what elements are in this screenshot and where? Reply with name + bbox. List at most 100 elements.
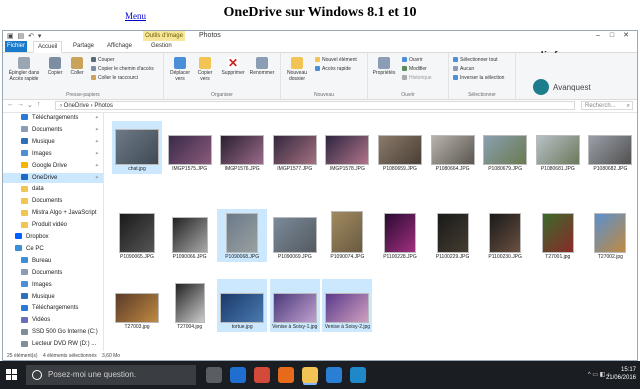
search-input[interactable]: Recherch... ⌕ <box>581 101 633 110</box>
nav-item[interactable]: Documents <box>3 268 103 278</box>
nav-item[interactable]: Documents ✦ <box>3 125 103 135</box>
nav-item[interactable]: Musique <box>3 292 103 302</box>
file-tile[interactable]: Venise à Soisy-1.jpg <box>269 279 320 332</box>
file-tile[interactable]: P1080659.JPG <box>375 121 425 174</box>
nav-item[interactable]: Lecteur DVD RW (D:) ... <box>3 339 103 349</box>
file-tile[interactable]: P1080664.JPG <box>428 121 478 174</box>
windows-start-icon[interactable] <box>6 369 18 381</box>
file-tile[interactable]: P1090069.JPG <box>270 209 320 262</box>
open-button[interactable]: Ouvrir <box>402 57 423 63</box>
nav-item[interactable]: Dropbox <box>3 232 103 242</box>
select-none-button[interactable]: Aucun <box>453 66 474 72</box>
select-all-button[interactable]: Sélectionner tout <box>453 57 498 63</box>
file-tile[interactable]: P1100229.JPG <box>428 209 478 262</box>
edge-icon[interactable] <box>230 367 246 383</box>
paste-button[interactable]: Coller <box>67 57 87 76</box>
photos-icon[interactable] <box>350 367 366 383</box>
cortana-search-box[interactable]: Posez-moi une question. <box>26 365 196 385</box>
nav-item[interactable]: Produit vidéo <box>3 220 103 230</box>
store-icon[interactable] <box>326 367 342 383</box>
easy-access-button[interactable]: Accès rapide <box>315 66 351 72</box>
nav-item[interactable]: Vidéos <box>3 315 103 325</box>
clock-time: 15:17 <box>620 367 636 373</box>
file-tile[interactable]: P1090068.JPG <box>217 209 268 262</box>
pin-button[interactable]: Épingler dans Accès rapide <box>7 57 41 82</box>
nav-item[interactable]: Musique ✦ <box>3 137 103 147</box>
modify-button[interactable]: Modifier <box>402 66 427 72</box>
file-tile[interactable]: Venise à Soisy-2.jpg <box>322 279 373 332</box>
file-tile[interactable]: IMGP1576.JPG <box>217 121 267 174</box>
nav-item[interactable]: data <box>3 184 103 194</box>
file-tile[interactable]: P1080681.JPG <box>533 121 583 174</box>
task-view-icon[interactable] <box>206 367 222 383</box>
tab-affichage[interactable]: Affichage <box>103 41 136 52</box>
maximize-icon[interactable]: □ <box>605 32 619 39</box>
move-to-button[interactable]: Déplacer vers <box>168 57 192 82</box>
back-arrow-icon[interactable]: ← <box>7 101 14 108</box>
nav-item[interactable]: Images <box>3 280 103 290</box>
file-tile[interactable]: IMGP1575.JPG <box>165 121 215 174</box>
file-tile[interactable]: P1080679.JPG <box>480 121 530 174</box>
file-tile[interactable]: T27001.jpg <box>533 209 583 262</box>
nav-item[interactable]: Téléchargements <box>3 303 103 313</box>
file-tile[interactable]: T27002.jpg <box>585 209 635 262</box>
file-name: P1080679.JPG <box>488 166 523 172</box>
file-tile[interactable]: chat.jpg <box>112 121 162 174</box>
new-item-button[interactable]: Nouvel élément <box>315 57 357 63</box>
tab-gestion[interactable]: Gestion <box>147 41 176 52</box>
nav-item[interactable]: Ce PC <box>3 244 103 254</box>
recent-chevron-icon[interactable]: ⌄ <box>27 101 33 109</box>
copy-to-button[interactable]: Copier vers <box>194 57 216 82</box>
nav-item[interactable]: Images ✦ <box>3 149 103 159</box>
delete-button[interactable]: ✕ Supprimer <box>220 57 246 76</box>
copy-button[interactable]: Copier <box>45 57 65 76</box>
file-tile[interactable]: P1090065.JPG <box>112 209 162 262</box>
nav-item[interactable]: Bureau <box>3 256 103 266</box>
file-tile[interactable]: T27003.jpg <box>112 279 162 332</box>
quick-access-toolbar[interactable]: ▣ ▤ ↶ ▾ <box>7 32 42 40</box>
file-tile[interactable]: IMGP1577.JPG <box>270 121 320 174</box>
file-tile[interactable]: P1100228.JPG <box>375 209 425 262</box>
nav-item[interactable]: Téléchargements ✦ <box>3 113 103 123</box>
file-tile[interactable]: P1090074.JPG <box>322 209 372 262</box>
file-thumbnail <box>378 135 422 165</box>
cut-button[interactable]: Couper <box>91 57 114 63</box>
address-field[interactable]: › OneDrive › Photos <box>55 101 575 110</box>
nav-item[interactable]: Mistra Algo + JavaScript <box>3 208 103 218</box>
paste-shortcut-button[interactable]: Coller le raccourci <box>91 75 138 81</box>
navigation-pane: Téléchargements ✦ Documents ✦ Musique ✦ Images… <box>3 113 104 351</box>
file-tile[interactable]: P1090066.JPG <box>165 209 215 262</box>
invert-selection-button[interactable]: Inverser la sélection <box>453 75 504 81</box>
group-label-open: Ouvrir <box>401 92 415 98</box>
nav-item[interactable]: SSD 500 Go Interne (C:) <box>3 327 103 337</box>
history-button[interactable]: Historique <box>402 75 432 81</box>
tab-fichier[interactable]: Fichier <box>5 41 27 52</box>
chrome-icon[interactable] <box>254 367 270 383</box>
nav-item[interactable]: OneDrive ✦ <box>3 172 103 183</box>
tab-accueil[interactable]: Accueil <box>33 41 63 53</box>
close-icon[interactable]: ✕ <box>619 31 633 39</box>
file-tile[interactable]: P1100230.JPG <box>480 209 530 262</box>
nav-item[interactable]: Documents <box>3 196 103 206</box>
music-icon <box>21 138 28 145</box>
file-tile[interactable]: T27004.jpg <box>165 279 215 332</box>
up-arrow-icon[interactable]: ↑ <box>37 101 41 108</box>
contextual-tab-image-tools[interactable]: Outils d'image <box>143 31 185 41</box>
firefox-icon[interactable] <box>278 367 294 383</box>
minimize-icon[interactable]: – <box>591 32 605 39</box>
clock[interactable]: 15:17 21/06/2016 <box>606 366 636 382</box>
file-name: P1090066.JPG <box>172 254 207 260</box>
file-tile[interactable]: IMGP1578.JPG <box>322 121 372 174</box>
group-label-clipboard: Presse-papiers <box>66 92 100 98</box>
nav-item[interactable]: Google Drive ✦ <box>3 161 103 171</box>
tab-partage[interactable]: Partage <box>69 41 98 52</box>
file-tile[interactable]: P1080682.JPG <box>585 121 635 174</box>
file-thumbnail <box>594 213 627 253</box>
explorer-icon[interactable] <box>302 367 318 383</box>
new-folder-button[interactable]: Nouveau dossier <box>283 57 311 82</box>
properties-button[interactable]: Propriétés <box>370 57 398 76</box>
copy-path-button[interactable]: Copier le chemin d'accès <box>91 66 154 72</box>
forward-arrow-icon[interactable]: → <box>17 101 24 108</box>
file-tile[interactable]: tortue.jpg <box>217 279 268 332</box>
rename-button[interactable]: Renommer <box>248 57 276 76</box>
